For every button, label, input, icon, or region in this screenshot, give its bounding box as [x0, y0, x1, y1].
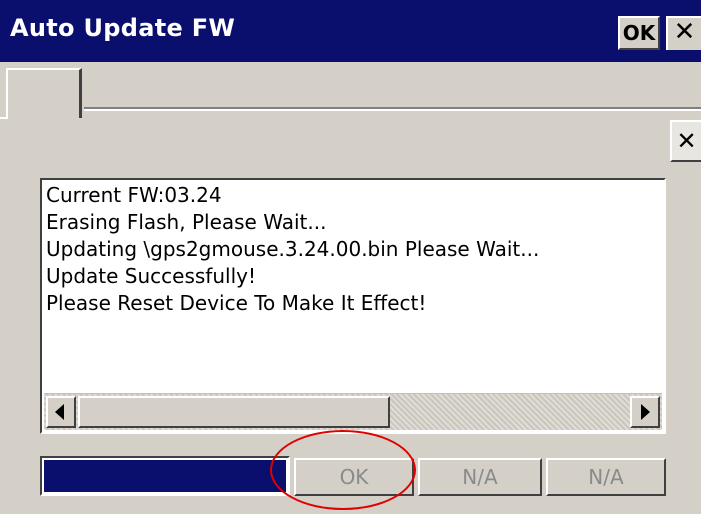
tab-strip-line	[84, 109, 701, 111]
title-close-button[interactable]: ✕	[666, 16, 701, 50]
log-line: Please Reset Device To Make It Effect!	[46, 291, 427, 315]
scrollbar-thumb[interactable]	[78, 396, 390, 428]
log-line: Current FW:03.24	[46, 183, 222, 207]
title-ok-button[interactable]: OK	[618, 16, 660, 50]
log-line: Erasing Flash, Please Wait...	[46, 210, 327, 234]
update-progress-bar	[40, 456, 290, 496]
log-line: Updating \gps2gmouse.3.24.00.bin Please …	[46, 237, 540, 261]
log-line: Update Successfully!	[46, 264, 256, 288]
ok-button[interactable]: OK	[294, 458, 414, 496]
na-button-2[interactable]: N/A	[546, 458, 666, 496]
window-title: Auto Update FW	[10, 14, 236, 42]
auto-update-fw-window: Auto Update FW OK ✕ ✕ Current FW:03.24 E…	[0, 0, 701, 514]
scroll-left-arrow-icon[interactable]	[46, 396, 76, 428]
inner-close-button[interactable]: ✕	[670, 120, 701, 162]
na-button-1[interactable]: N/A	[418, 458, 542, 496]
progress-fill	[44, 460, 286, 492]
tab-main[interactable]	[6, 68, 82, 118]
title-bar: Auto Update FW OK ✕	[0, 0, 701, 62]
update-log: Current FW:03.24 Erasing Flash, Please W…	[46, 182, 664, 317]
update-log-textbox[interactable]: Current FW:03.24 Erasing Flash, Please W…	[40, 178, 666, 434]
scroll-right-arrow-icon[interactable]	[630, 396, 660, 428]
horizontal-scrollbar[interactable]	[44, 393, 662, 430]
